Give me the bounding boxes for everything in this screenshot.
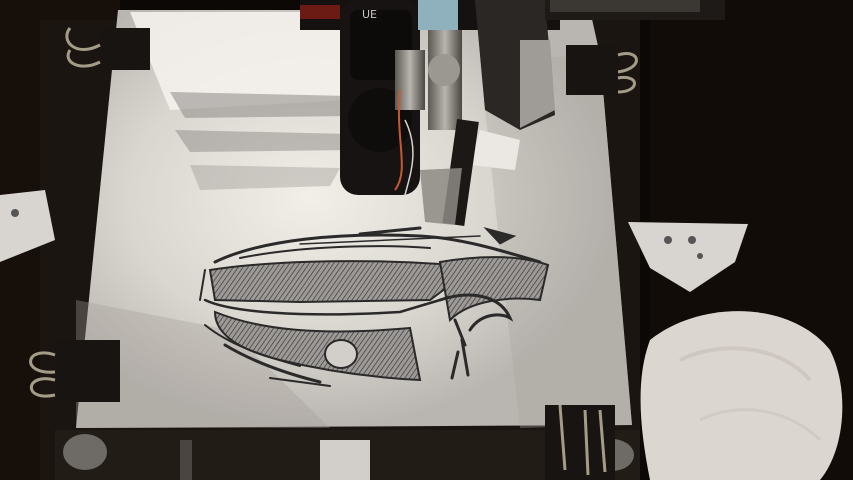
clip-bottom-right bbox=[545, 404, 615, 480]
carriage-marking: UE bbox=[362, 8, 377, 21]
photo-canvas: UE bbox=[0, 0, 853, 480]
photo-scene: UE bbox=[0, 0, 853, 480]
carriage-shadow bbox=[170, 92, 350, 118]
cloth bbox=[640, 311, 843, 480]
